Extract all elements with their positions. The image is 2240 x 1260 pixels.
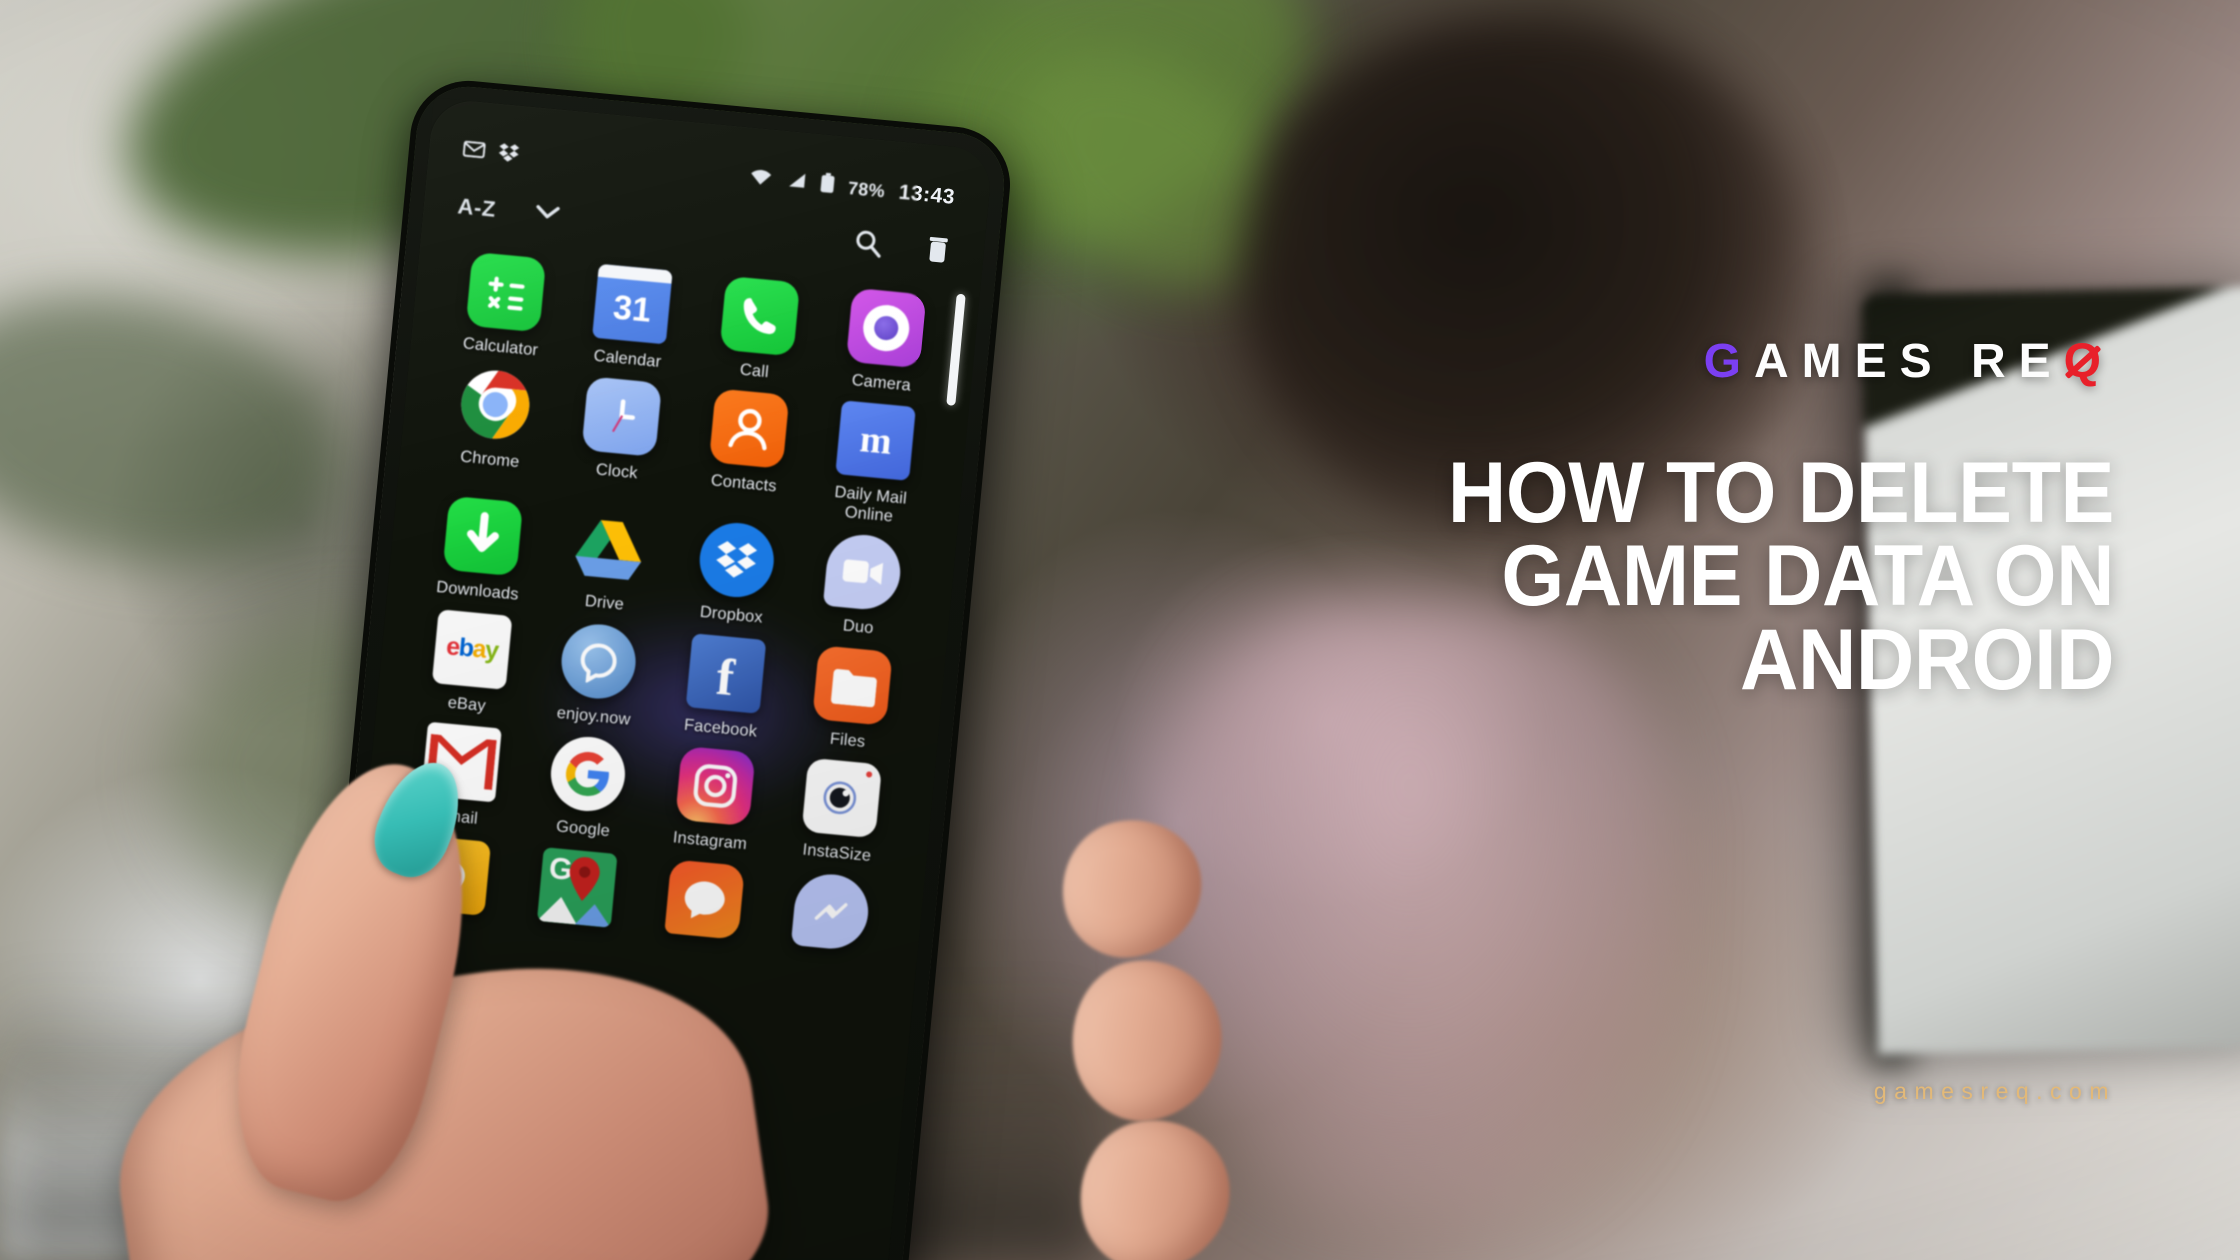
instagram-icon[interactable] (674, 746, 756, 827)
phone-icon[interactable] (719, 275, 800, 357)
signal-icon (785, 170, 807, 196)
battery-icon (819, 172, 835, 199)
contacts-icon[interactable] (708, 388, 790, 470)
app-item[interactable]: Call (690, 273, 826, 386)
google-drive-icon[interactable] (569, 508, 650, 589)
app-item[interactable]: Dropbox (667, 518, 803, 631)
app-label: Contacts (710, 471, 778, 496)
app-label: Calendar (592, 346, 663, 372)
chevron-down-icon[interactable] (533, 202, 563, 228)
app-item[interactable]: Files (783, 643, 919, 756)
app-item[interactable]: Google (519, 732, 655, 845)
app-item[interactable]: Clock (551, 374, 689, 505)
app-label: Duo (842, 616, 875, 638)
app-item[interactable]: Camera (817, 285, 953, 398)
chrome-icon[interactable] (455, 365, 536, 446)
logo-text: AMES RE (1753, 335, 2064, 388)
dropbox-icon[interactable] (696, 520, 777, 601)
trash-icon[interactable] (924, 234, 951, 269)
app-item[interactable]: Chrome (424, 362, 562, 493)
app-label: InstaSize (801, 840, 872, 866)
battery-percent: 78% (847, 177, 886, 201)
wifi-icon (747, 167, 773, 193)
app-item[interactable]: Instagram (646, 744, 782, 857)
page-title: HOW TO DELETE GAME DATA ON ANDROID (1165, 445, 2115, 708)
app-item[interactable]: Downloads (413, 494, 549, 607)
headline-line-2: GAME DATA ON (1501, 528, 2114, 625)
app-label: Call (739, 360, 770, 382)
google-duo-icon[interactable] (823, 532, 904, 613)
app-label: Files (829, 729, 866, 751)
app-label: Instagram (672, 828, 748, 854)
app-item[interactable]: 31 Calendar (563, 261, 699, 374)
app-item[interactable]: InstaSize (772, 756, 908, 869)
app-item[interactable]: Duo (794, 530, 930, 643)
download-icon[interactable] (442, 496, 523, 577)
enjoynow-icon[interactable] (558, 621, 640, 702)
app-item[interactable]: Drive (540, 506, 676, 619)
google-icon[interactable] (547, 734, 629, 815)
app-item[interactable]: Contacts (678, 386, 816, 517)
app-item[interactable]: G (510, 844, 645, 939)
brand-logo[interactable]: G AMES RE Q (1704, 338, 2114, 386)
app-item[interactable]: m Daily Mail Online (805, 398, 943, 529)
logo-letter-q: Q (2063, 335, 2114, 388)
app-item[interactable] (637, 856, 772, 951)
sort-order-label[interactable]: A-Z (457, 193, 497, 222)
app-label: Chrome (459, 448, 521, 472)
calculator-icon[interactable] (465, 251, 547, 333)
app-label: Daily Mail Online (833, 483, 908, 526)
app-item[interactable]: ebay eBay (402, 607, 538, 720)
search-icon[interactable] (852, 227, 883, 262)
app-label: Dropbox (699, 603, 764, 628)
facebook-icon[interactable]: f (685, 633, 767, 714)
app-label: enjoy.now (555, 703, 632, 729)
calendar-icon[interactable]: 31 (592, 263, 673, 345)
status-clock: 13:43 (897, 180, 956, 209)
ebay-icon[interactable]: ebay (431, 609, 513, 690)
messages-icon[interactable] (664, 859, 745, 940)
logo-letter-q-wrap: Q (2064, 338, 2114, 386)
camera-icon[interactable] (846, 287, 927, 369)
mail-icon (462, 140, 486, 165)
app-label: Clock (595, 460, 639, 483)
app-label: Drive (584, 592, 625, 614)
site-url[interactable]: gamesreq.com (1874, 1078, 2116, 1105)
promo-banner: 78% 13:43 A-Z Calculator 31 Calendar Cal… (0, 0, 2240, 1260)
app-label: Calculator (462, 334, 539, 360)
app-label: Camera (850, 371, 912, 395)
dropbox-icon (497, 142, 521, 170)
files-folder-icon[interactable] (812, 645, 894, 726)
headline-line-3: ANDROID (1740, 611, 2114, 708)
instasize-icon[interactable] (801, 758, 883, 839)
app-item[interactable]: enjoy.now (529, 619, 665, 732)
dailymail-icon[interactable]: m (835, 400, 917, 482)
messenger-icon[interactable] (791, 871, 872, 952)
app-item[interactable] (764, 868, 899, 963)
clock-icon[interactable] (581, 376, 663, 458)
app-label: Facebook (683, 715, 758, 741)
logo-letter-g: G (1703, 335, 1754, 388)
app-label: eBay (446, 693, 487, 715)
headline-line-1: HOW TO DELETE (1447, 445, 2115, 541)
google-maps-icon[interactable]: G (537, 847, 618, 928)
app-label: Google (555, 817, 611, 841)
app-label: Downloads (435, 578, 520, 605)
app-item[interactable]: Calculator (436, 249, 572, 362)
app-item[interactable]: f Facebook (656, 631, 792, 744)
